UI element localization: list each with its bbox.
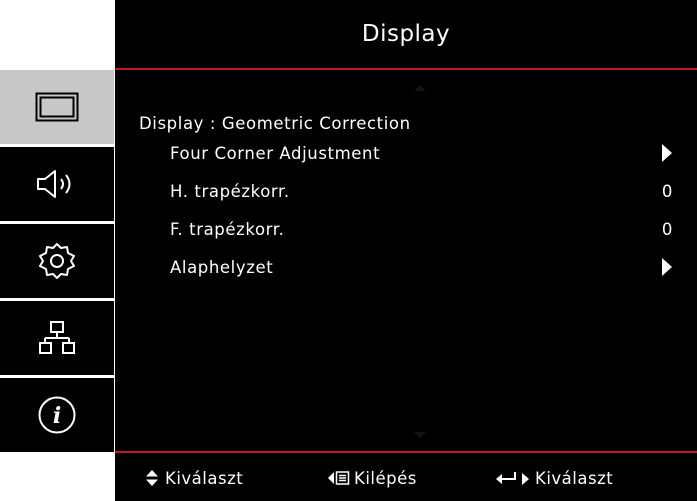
menu-item-four-corner[interactable]: Four Corner Adjustment — [170, 139, 675, 167]
submenu-arrow-icon — [662, 144, 672, 162]
submenu-arrow-icon — [662, 258, 672, 276]
menu-item-label: Four Corner Adjustment — [170, 143, 381, 163]
menu-item-label: F. trapézkorr. — [170, 219, 285, 239]
menu-item-v-keystone[interactable]: F. trapézkorr. 0 — [170, 215, 675, 243]
footer-enter-label: Kiválaszt — [535, 468, 614, 488]
section-title: Display : Geometric Correction — [139, 114, 411, 133]
tab-display[interactable] — [0, 70, 114, 144]
footer-select-label: Kiválaszt — [165, 468, 244, 488]
menu-back-icon — [328, 471, 350, 485]
info-icon: i — [38, 396, 76, 434]
up-down-arrows-icon — [146, 470, 158, 486]
footer-exit-label: Kilépés — [354, 468, 417, 488]
menu-item-value: 0 — [661, 219, 673, 239]
tab-info[interactable]: i — [0, 378, 114, 452]
menu-item-label: H. trapézkorr. — [170, 181, 290, 201]
page-title: Display — [361, 21, 451, 47]
scroll-down-icon — [414, 432, 426, 438]
menu-item-h-keystone[interactable]: H. trapézkorr. 0 — [170, 177, 675, 205]
menu-item-reset[interactable]: Alaphelyzet — [170, 253, 675, 281]
display-icon — [35, 92, 79, 122]
footer-exit-hint: Kilépés — [328, 464, 417, 492]
enter-icon — [496, 472, 529, 485]
footer-enter-hint: Kiválaszt — [496, 464, 613, 492]
footer-select-hint: Kiválaszt — [145, 464, 243, 492]
footer-hints: Kiválaszt Kilépés Kiválaszt — [115, 464, 697, 494]
tab-network[interactable] — [0, 301, 114, 375]
scroll-up-icon — [414, 85, 426, 91]
menu-item-label: Alaphelyzet — [170, 257, 274, 277]
tab-audio[interactable] — [0, 147, 114, 221]
speaker-icon — [37, 170, 71, 198]
network-icon — [39, 321, 75, 354]
footer-divider — [115, 451, 697, 453]
title-bar: Display — [115, 0, 697, 68]
tab-setup[interactable] — [0, 224, 114, 298]
menu-item-value: 0 — [661, 181, 673, 201]
svg-text:i: i — [53, 403, 61, 429]
gear-icon — [39, 243, 75, 279]
title-divider — [115, 68, 697, 70]
osd-panel: Display Display : Geometric Correction F… — [115, 0, 697, 501]
sidebar: i — [0, 70, 114, 452]
